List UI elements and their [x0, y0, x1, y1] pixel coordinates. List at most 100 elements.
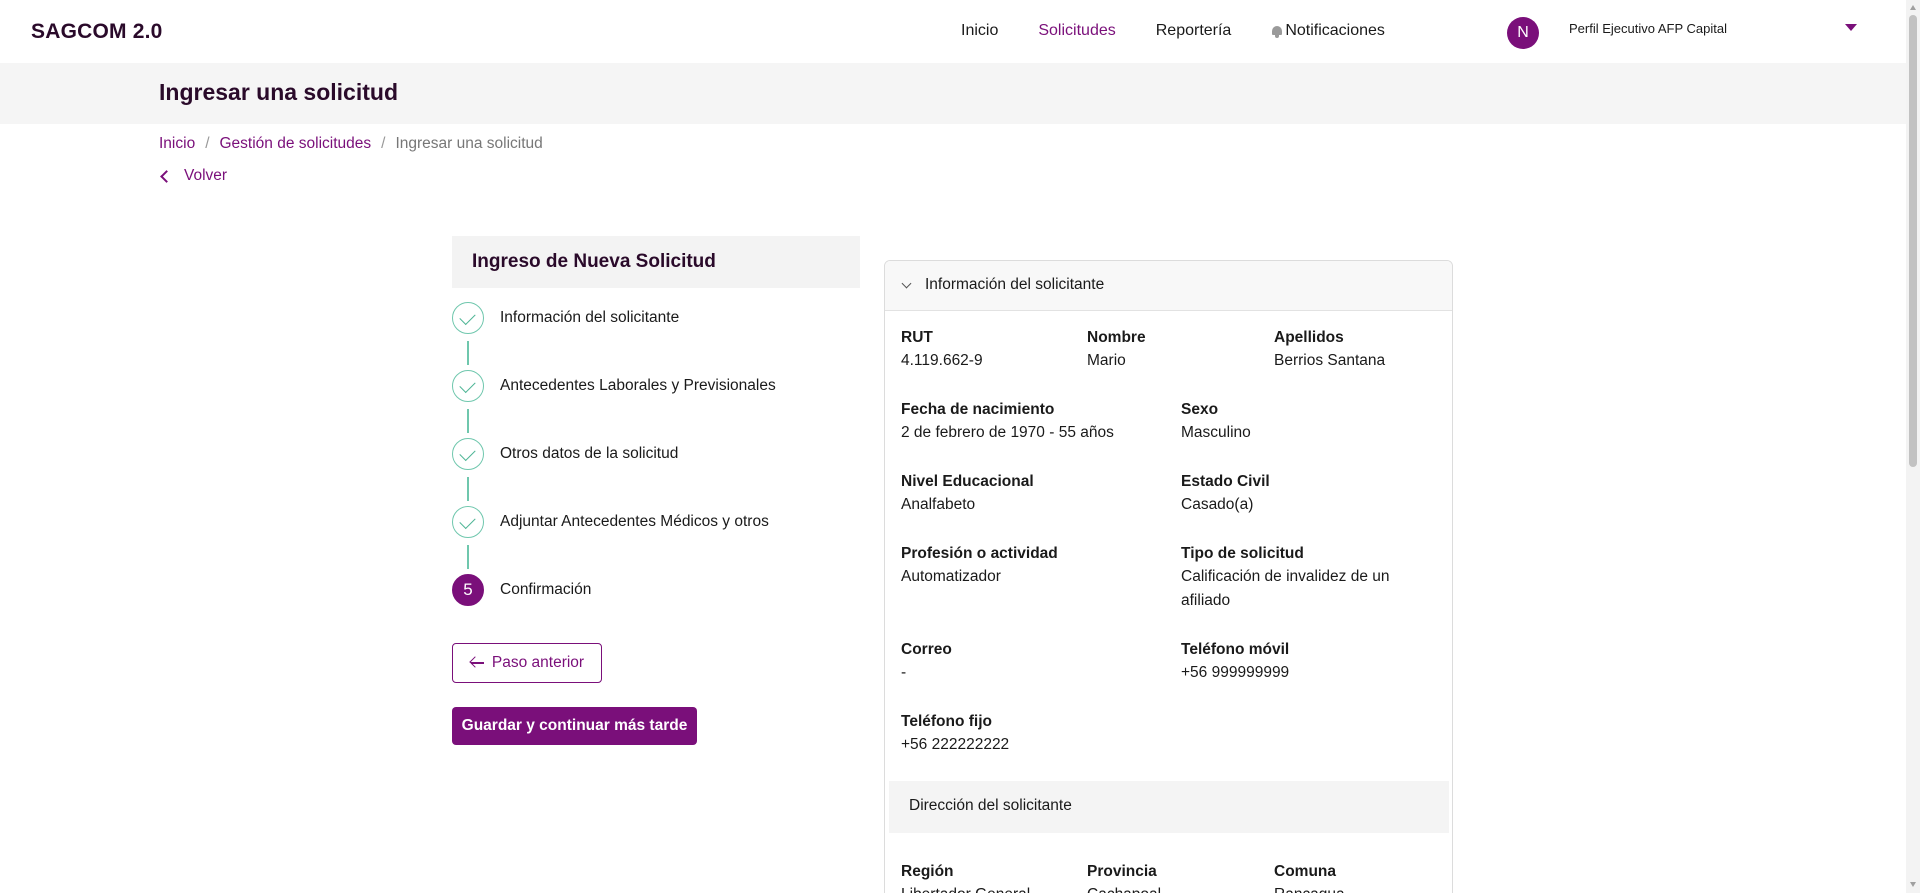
back-label: Volver: [184, 167, 228, 184]
step-connector: [467, 341, 469, 365]
field-label: Tipo de solicitud: [1181, 545, 1304, 562]
field-value: -: [901, 664, 907, 681]
stepper-header: Ingreso de Nueva Solicitud: [452, 236, 860, 288]
chevron-left-icon: [160, 169, 173, 183]
step-4[interactable]: Adjuntar Antecedentes Médicos y otros: [452, 506, 872, 540]
field-value: 4.119.662-9: [901, 352, 983, 369]
field-value: Libertador General: [901, 883, 1030, 893]
field-label: Región: [901, 863, 954, 880]
field-profesion: Profesión o actividad Automatizador: [901, 543, 1058, 589]
field-value: Rancagua: [1274, 883, 1345, 893]
back-link[interactable]: Volver: [159, 167, 227, 185]
step-connector: [467, 409, 469, 433]
step-done-circle: [452, 438, 484, 470]
field-label: Nivel Educacional: [901, 473, 1034, 490]
field-nivel-educacional: Nivel Educacional Analfabeto: [901, 471, 1034, 517]
step-3[interactable]: Otros datos de la solicitud: [452, 438, 872, 472]
field-value: Mario: [1087, 352, 1126, 369]
step-current-circle: 5: [452, 574, 484, 606]
field-value: Casado(a): [1181, 496, 1254, 513]
step-connector: [467, 477, 469, 501]
step-label: Confirmación: [500, 581, 592, 598]
field-correo: Correo -: [901, 639, 952, 685]
profile-name[interactable]: Perfil Ejecutivo AFP Capital: [1569, 21, 1727, 36]
arrow-left-icon: [470, 657, 484, 669]
field-label: Apellidos: [1274, 329, 1344, 346]
step-done-circle: [452, 370, 484, 402]
field-apellidos: Apellidos Berrios Santana: [1274, 327, 1385, 373]
page-title: Ingresar una solicitud: [159, 79, 398, 105]
step-label: Antecedentes Laborales y Previsionales: [500, 377, 776, 394]
field-label: Provincia: [1087, 863, 1157, 880]
nav-notificaciones[interactable]: Notificaciones: [1271, 22, 1385, 40]
field-value: +56 222222222: [901, 736, 1010, 753]
breadcrumb-gestion[interactable]: Gestión de solicitudes: [220, 135, 372, 153]
step-label: Información del solicitante: [500, 309, 680, 326]
save-later-button[interactable]: Guardar y continuar más tarde: [452, 707, 697, 745]
breadcrumb-current: Ingresar una solicitud: [395, 135, 543, 152]
check-icon: [459, 512, 476, 530]
vertical-scrollbar[interactable]: [1906, 0, 1920, 893]
field-label: RUT: [901, 329, 933, 346]
bell-icon: [1271, 25, 1283, 38]
chevron-down-icon[interactable]: [1845, 24, 1857, 31]
step-done-circle: [452, 302, 484, 334]
step-done-circle: [452, 506, 484, 538]
previous-step-label: Paso anterior: [491, 654, 585, 671]
field-comuna: Comuna Rancagua: [1274, 861, 1345, 893]
field-telefono-fijo: Teléfono fijo +56 222222222: [901, 711, 1009, 757]
field-label: Estado Civil: [1181, 473, 1270, 490]
field-estado-civil: Estado Civil Casado(a): [1181, 471, 1270, 517]
field-label: Fecha de nacimiento: [901, 401, 1055, 418]
field-fecha-nacimiento: Fecha de nacimiento 2 de febrero de 1970…: [901, 399, 1114, 445]
top-navbar: SAGCOM 2.0 Inicio Solicitudes Reportería…: [0, 0, 1906, 63]
step-connector: [467, 545, 469, 569]
breadcrumb-inicio[interactable]: Inicio: [159, 135, 195, 153]
step-2[interactable]: Antecedentes Laborales y Previsionales: [452, 370, 872, 404]
scroll-thumb[interactable]: [1909, 15, 1917, 467]
scroll-up-arrow-icon[interactable]: [1910, 5, 1916, 10]
stepper-title: Ingreso de Nueva Solicitud: [472, 251, 716, 272]
check-icon: [459, 444, 476, 462]
nav-solicitudes[interactable]: Solicitudes: [1038, 22, 1115, 40]
field-value: Masculino: [1181, 424, 1251, 441]
breadcrumb: Inicio / Gestión de solicitudes / Ingres…: [159, 135, 543, 153]
brand-logo[interactable]: SAGCOM 2.0: [31, 20, 163, 44]
field-rut: RUT 4.119.662-9: [901, 327, 983, 373]
field-label: Sexo: [1181, 401, 1219, 418]
address-section-header: Dirección del solicitante: [889, 781, 1449, 833]
nav-reporteria[interactable]: Reportería: [1156, 22, 1232, 40]
breadcrumb-separator: /: [381, 135, 386, 152]
field-label: Nombre: [1087, 329, 1146, 346]
previous-step-button[interactable]: Paso anterior: [452, 643, 602, 683]
applicant-info-card: Información del solicitante RUT 4.119.66…: [884, 260, 1453, 893]
field-telefono-movil: Teléfono móvil +56 999999999: [1181, 639, 1289, 685]
field-value: Automatizador: [901, 568, 1001, 585]
step-5[interactable]: 5 Confirmación: [452, 574, 872, 608]
field-label: Teléfono fijo: [901, 713, 992, 730]
field-value: 2 de febrero de 1970 - 55 años: [901, 424, 1114, 441]
step-1[interactable]: Información del solicitante: [452, 302, 872, 336]
field-nombre: Nombre Mario: [1087, 327, 1146, 373]
field-provincia: Provincia Cachapoal: [1087, 861, 1161, 893]
field-value: Cachapoal: [1087, 883, 1161, 893]
check-icon: [459, 308, 476, 326]
field-tipo-solicitud: Tipo de solicitud Calificación de invali…: [1181, 543, 1411, 613]
avatar[interactable]: N: [1507, 17, 1539, 49]
field-region: Región Libertador General: [901, 861, 1030, 893]
applicant-info-accordion-header[interactable]: Información del solicitante: [885, 261, 1452, 311]
main-nav: Inicio Solicitudes Reportería Notificaci…: [961, 22, 1425, 40]
nav-inicio[interactable]: Inicio: [961, 22, 998, 40]
field-label: Correo: [901, 641, 952, 658]
field-value: Analfabeto: [901, 496, 976, 513]
scroll-down-arrow-icon[interactable]: [1910, 882, 1916, 887]
accordion-title: Información del solicitante: [925, 276, 1105, 293]
field-value: +56 999999999: [1181, 664, 1290, 681]
field-label: Teléfono móvil: [1181, 641, 1290, 658]
field-value: Calificación de invalidez de un afiliado: [1181, 568, 1390, 609]
breadcrumb-separator: /: [205, 135, 210, 152]
chevron-down-icon: [901, 278, 912, 289]
step-label: Adjuntar Antecedentes Médicos y otros: [500, 513, 769, 530]
field-label: Profesión o actividad: [901, 545, 1058, 562]
field-sexo: Sexo Masculino: [1181, 399, 1251, 445]
